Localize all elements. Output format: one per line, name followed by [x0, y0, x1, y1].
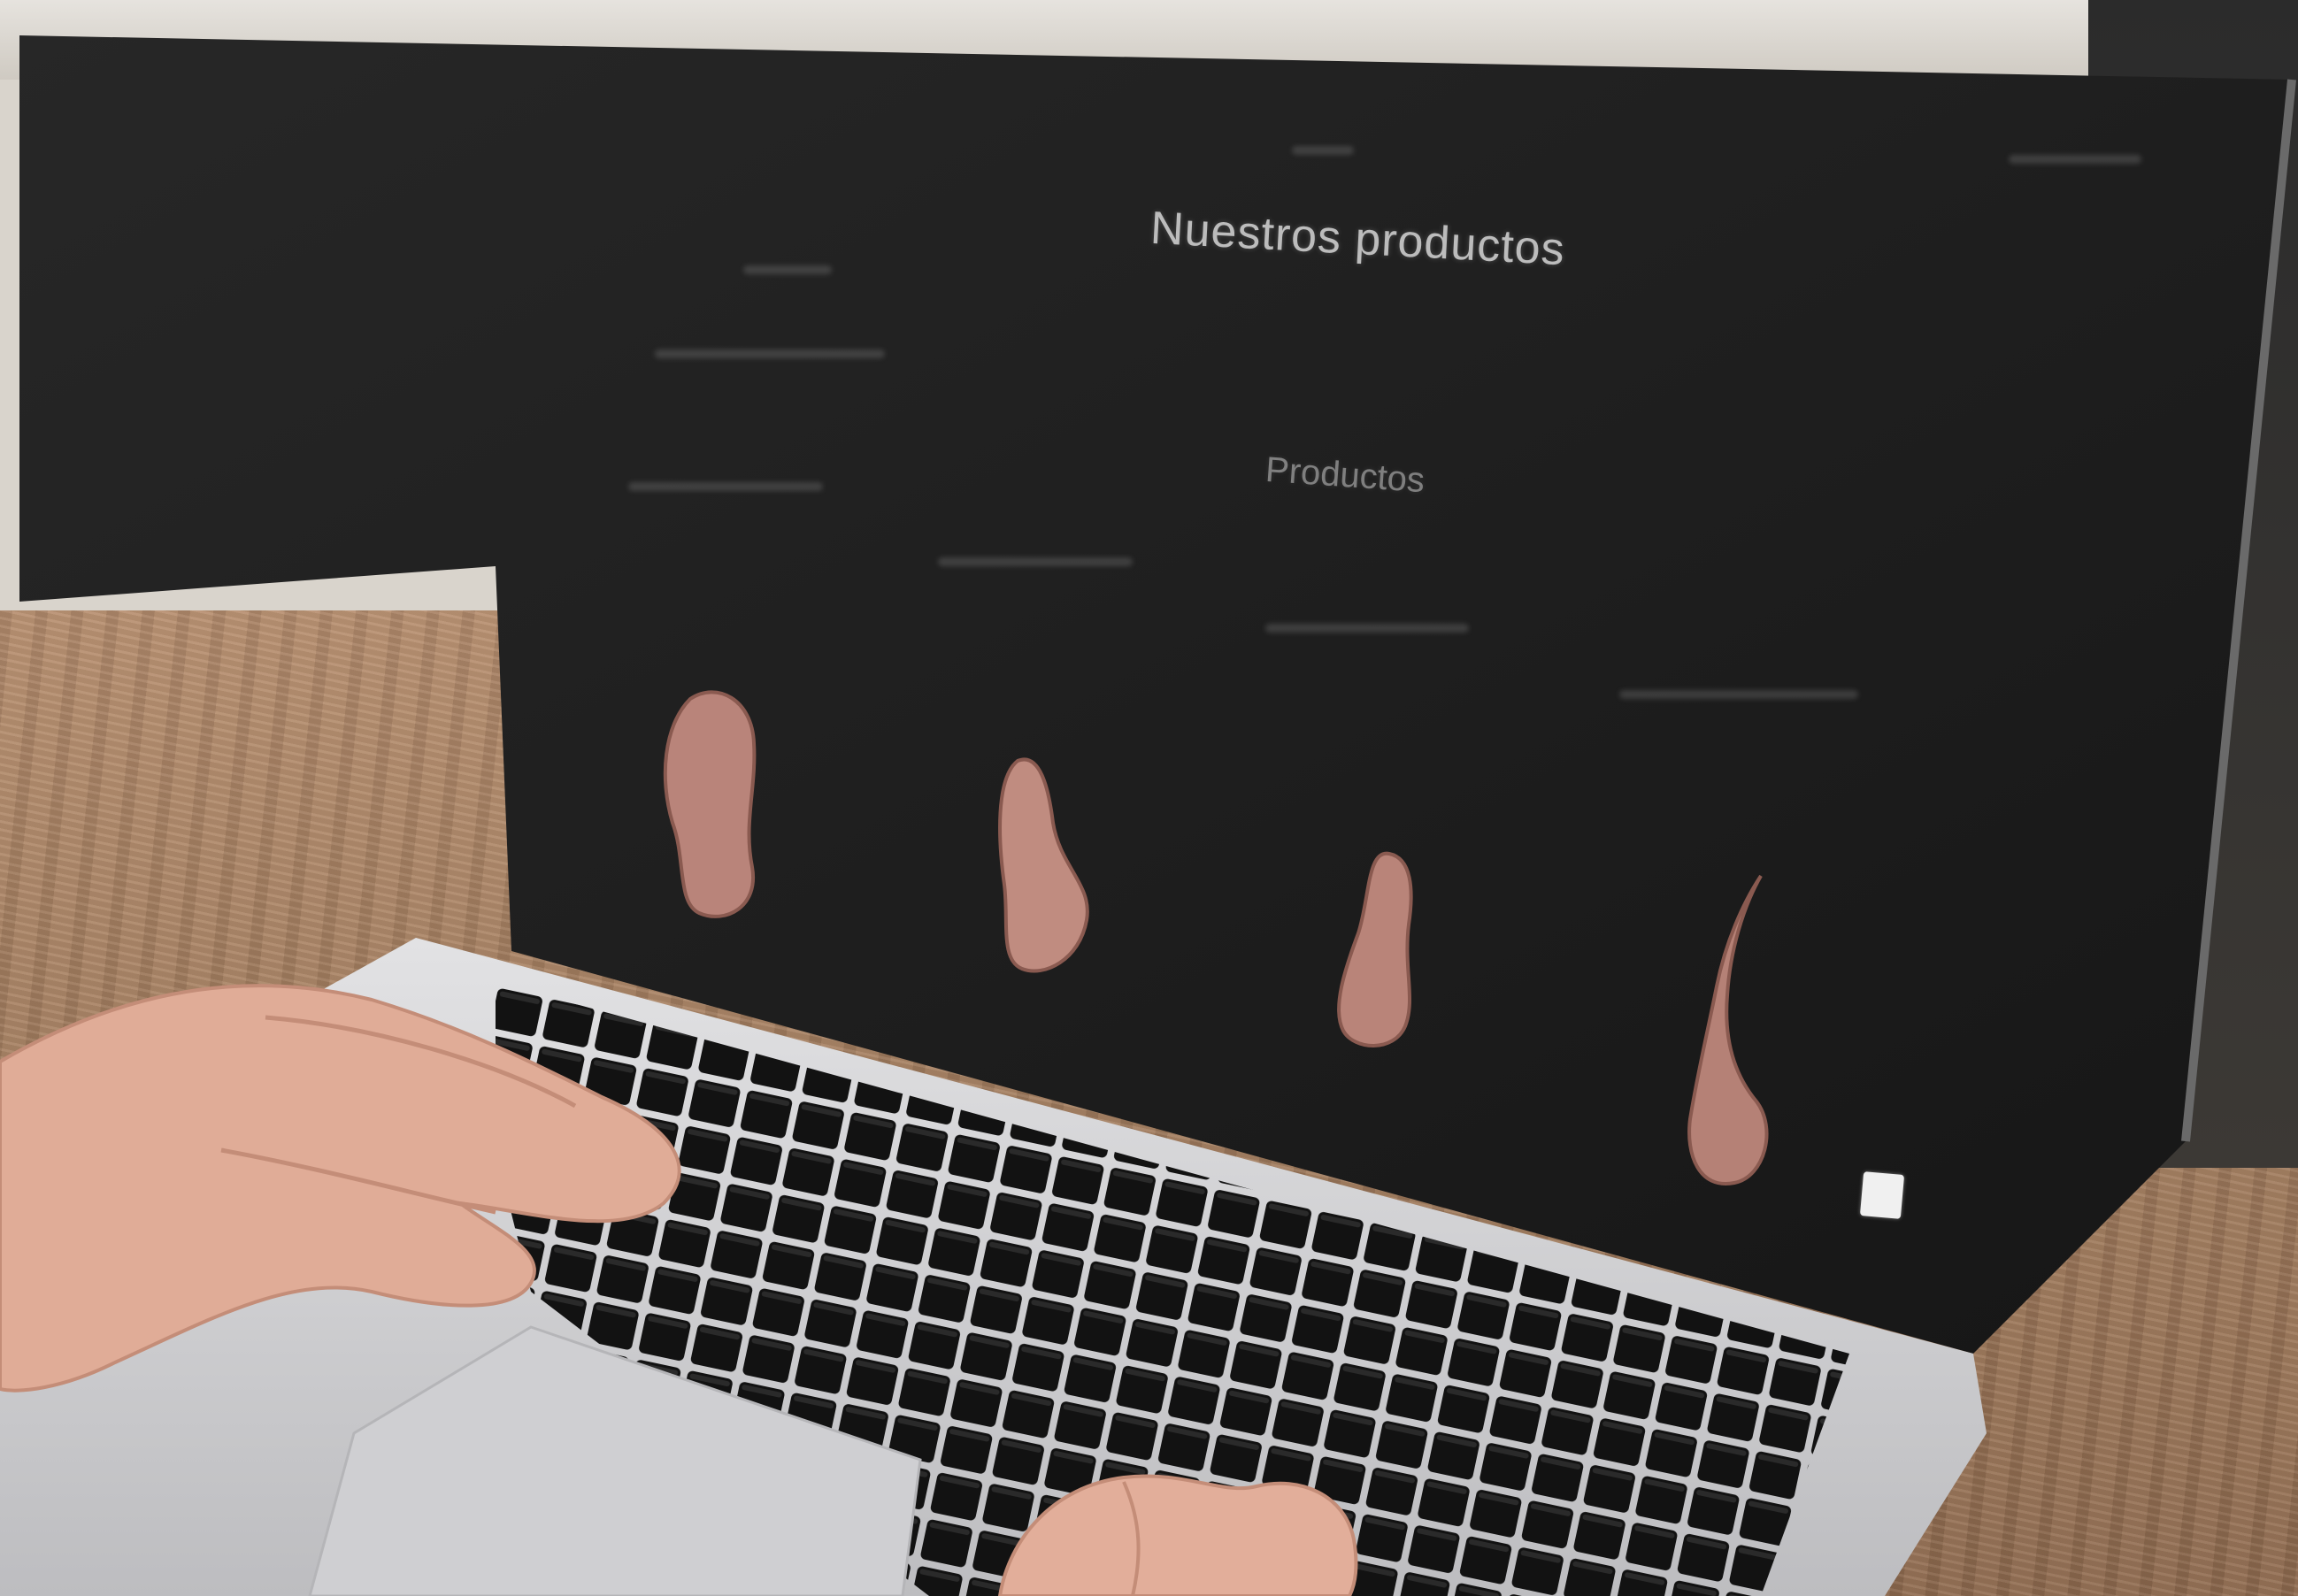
meat-cut-icon — [1337, 851, 1413, 1047]
meat-cut-icon — [1687, 874, 1769, 1186]
screen-blurred-text — [655, 349, 885, 358]
screen-blurred-text — [938, 557, 1133, 566]
right-hand — [997, 1474, 1358, 1596]
scroll-to-top-button[interactable] — [1859, 1171, 1905, 1219]
meat-cut-icon — [663, 690, 757, 918]
meat-cut-icon — [998, 757, 1089, 973]
product-card-4[interactable] — [1672, 871, 1779, 1194]
left-hand — [0, 984, 681, 1393]
screen-blurred-text — [1292, 146, 1354, 155]
product-card-1[interactable] — [655, 681, 770, 929]
product-card-2[interactable] — [991, 752, 1097, 982]
screen-blurred-text — [1619, 690, 1858, 699]
screen-blurred-text — [743, 265, 832, 274]
screen-blurred-text — [2009, 155, 2141, 164]
photo-scene: Nuestros productos Productos — [0, 0, 2298, 1596]
product-card-3[interactable] — [1327, 845, 1425, 1057]
screen-blurred-text — [1265, 624, 1469, 633]
screen-blurred-text — [628, 482, 823, 491]
